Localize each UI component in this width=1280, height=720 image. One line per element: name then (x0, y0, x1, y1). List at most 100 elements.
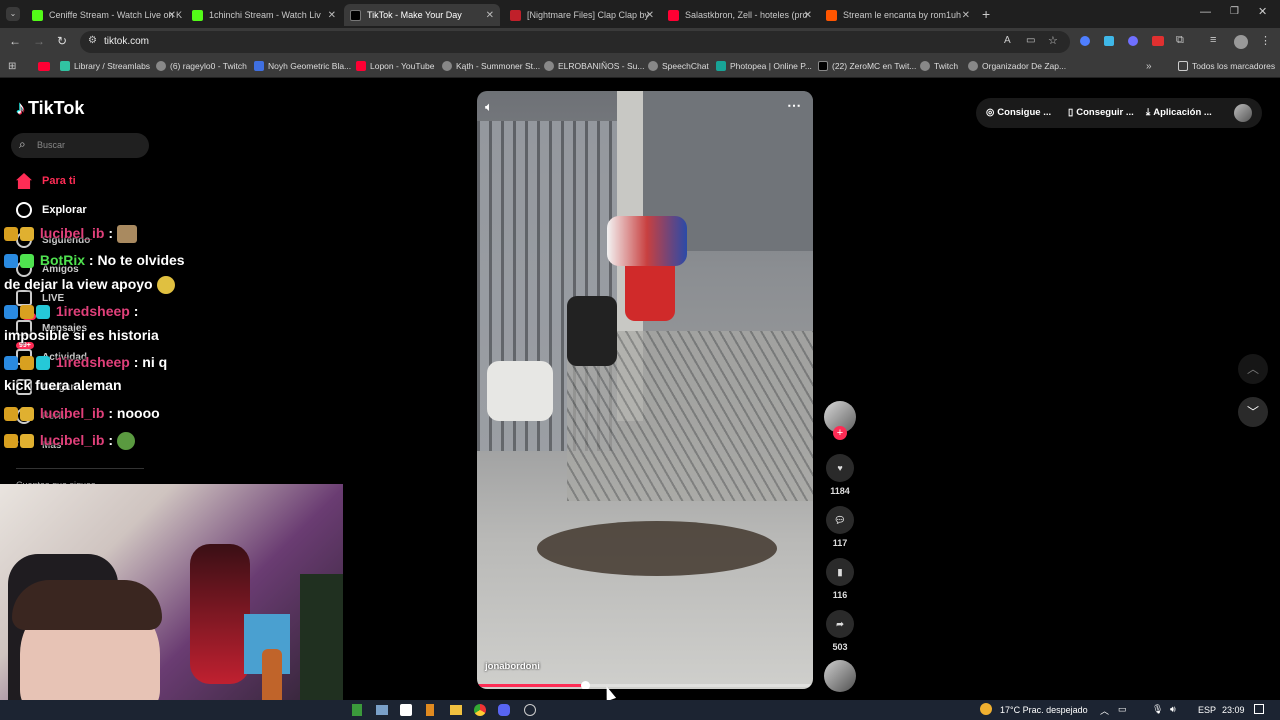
bookmark-zeromc[interactable]: (22) ZeroMC en Twit... (818, 61, 916, 71)
tiktok-logo[interactable]: ♪ TikTok (16, 98, 84, 119)
all-bookmarks-folder[interactable]: Todos los marcadores (1178, 61, 1275, 71)
video-player[interactable]: 🔈︎ ⋯ jonabordoni (477, 91, 813, 689)
user-avatar[interactable] (1234, 104, 1252, 122)
back-icon[interactable]: ← (9, 34, 21, 48)
chat-message: 1iredsheep : (4, 303, 138, 320)
tab-nightmare-files[interactable]: [Nightmare Files] Clap Clap by ✕ (504, 4, 660, 26)
follow-plus-icon[interactable]: + (833, 426, 847, 440)
tab-search-button[interactable]: ⌄ (6, 7, 20, 21)
volume-icon[interactable]: 🔈︎ (485, 99, 493, 115)
folder-icon (1178, 61, 1188, 71)
translate-icon[interactable]: A (1004, 35, 1011, 46)
weather-icon[interactable] (980, 703, 992, 715)
bookmark-rageylo0[interactable]: (6) rageylo0 - Twitch (156, 61, 247, 71)
progress-knob[interactable] (580, 681, 590, 689)
weather-text[interactable]: 17°C Prac. despejado (1000, 705, 1088, 715)
media-icon[interactable]: ≡ (1210, 34, 1216, 46)
url-field[interactable]: ⚙ tiktok.com A ▭ ☆ (80, 31, 1070, 53)
bookmark-star-icon[interactable]: ☆ (1048, 34, 1058, 47)
taskbar-app-icon[interactable] (376, 705, 388, 715)
chat-message-continuation: imposible si es historia (4, 327, 159, 343)
puzzle-icon[interactable]: ⧉ (1176, 34, 1184, 47)
share-button[interactable]: ➦ 503 (826, 610, 854, 652)
comment-button[interactable]: 💬︎ 117 (826, 506, 854, 548)
cast-icon[interactable]: ▭ (1026, 35, 1035, 46)
close-tab-icon[interactable]: ✕ (486, 10, 494, 21)
tab-tiktok[interactable]: TikTok - Make Your Day ✕ (344, 4, 500, 26)
restore-icon[interactable]: ❐ (1230, 6, 1239, 17)
kick-icon (192, 9, 203, 21)
close-window-icon[interactable]: ✕ (1258, 5, 1267, 18)
chat-message: lucibel_ib : noooo (4, 405, 160, 422)
extension-icon[interactable] (1104, 36, 1114, 46)
discord-icon[interactable] (498, 704, 510, 716)
like-button[interactable]: ♥ 1184 (826, 454, 854, 496)
close-tab-icon[interactable]: ✕ (804, 10, 812, 21)
more-options-icon[interactable]: ⋯ (787, 97, 801, 114)
chrome-icon[interactable] (474, 704, 486, 716)
get-coins-button[interactable]: ◎ Consigue ... (986, 107, 1051, 118)
close-tab-icon[interactable]: ✕ (646, 10, 654, 21)
tab-ceniffe[interactable]: Ceniffe Stream - Watch Live on K ✕ (26, 4, 182, 26)
tab-soundcloud[interactable]: Stream le encanta by rom1uh ✕ (820, 4, 976, 26)
desktop-app-button[interactable]: ⤓ Aplicación ... (1146, 107, 1212, 118)
youtube-icon[interactable] (38, 62, 50, 71)
video-author[interactable]: jonabordoni (485, 661, 540, 672)
bookmark-noyh[interactable]: Noyh Geometric Bla... (254, 61, 351, 71)
bookmark-organizador[interactable]: Organizador De Zap... (968, 61, 1066, 71)
previous-video-button[interactable]: ︿ (1238, 354, 1268, 384)
adblock-icon[interactable] (1152, 36, 1164, 46)
bookmark-photopea[interactable]: Photopea | Online P... (716, 61, 812, 71)
bookmark-elrobaninos[interactable]: ELROBANIÑOS - Su... (544, 61, 644, 71)
new-tab-button[interactable]: + (982, 6, 990, 22)
language-indicator[interactable]: ESP (1198, 705, 1216, 715)
save-button[interactable]: ▮ 116 (826, 558, 854, 600)
extension-icon[interactable] (1128, 36, 1138, 46)
tiktok-top-actions: ◎ Consigue ... ▯ Conseguir ... ⤓ Aplicación… (976, 98, 1262, 128)
tray-chevron-icon[interactable]: ︿ (1100, 704, 1109, 717)
forward-icon[interactable]: → (33, 34, 45, 48)
minimize-icon[interactable]: — (1200, 6, 1211, 18)
site-info-icon[interactable]: ⚙ (88, 35, 97, 46)
notification-icon[interactable] (1254, 704, 1264, 714)
speaker-icon[interactable]: 🔊︎ (1170, 704, 1176, 715)
bookmark-speechchat[interactable]: SpeechChat (648, 61, 709, 71)
progress-fill (477, 684, 585, 687)
bookmark-kath[interactable]: Kąth - Summoner St... (442, 61, 540, 71)
close-tab-icon[interactable]: ✕ (962, 10, 970, 21)
tab-hoteles[interactable]: Salastkbron, Zell - hoteles (pro ✕ (662, 4, 818, 26)
taskbar-app-icon[interactable] (352, 704, 362, 716)
next-video-button[interactable]: ﹀ (1238, 397, 1268, 427)
tab-1chinchi[interactable]: 1chinchi Stream - Watch Liv ✕ (186, 4, 342, 26)
mic-icon[interactable]: 🎙︎ (1152, 704, 1163, 715)
chat-message: lucibel_ib : (4, 225, 139, 244)
streamer-hair (12, 580, 162, 630)
taskbar-app-icon[interactable] (426, 704, 434, 716)
get-app-button[interactable]: ▯ Conseguir ... (1068, 107, 1134, 118)
reload-icon[interactable]: ↻ (57, 34, 67, 48)
sub-badge-icon (36, 356, 50, 371)
emote-icon (116, 225, 137, 244)
sound-avatar[interactable] (824, 660, 856, 692)
network-icon[interactable]: ▭ (1118, 704, 1127, 715)
bookmark-twitch[interactable]: Twitch (920, 61, 958, 71)
more-bookmarks-icon[interactable]: » (1146, 61, 1152, 72)
close-tab-icon[interactable]: ✕ (328, 10, 336, 21)
progress-track[interactable] (477, 681, 813, 689)
bookmark-lopon[interactable]: Lopon - YouTube (356, 61, 434, 71)
share-icon: ➦ (826, 610, 854, 638)
nav-para-ti[interactable]: Para ti (16, 173, 76, 189)
taskbar-app-icon[interactable] (400, 704, 412, 716)
menu-icon[interactable]: ⋮ (1260, 34, 1271, 47)
extension-icon[interactable] (1080, 36, 1090, 46)
nav-explorar[interactable]: Explorar (16, 202, 87, 218)
apps-grid-icon[interactable]: ⊞ (8, 61, 16, 72)
site-icon (254, 61, 264, 71)
search-input[interactable]: ⌕ Buscar (11, 133, 149, 158)
clock[interactable]: 23:09 (1222, 705, 1245, 715)
file-explorer-icon[interactable] (450, 705, 462, 715)
bookmark-streamlabs[interactable]: Library / Streamlabs (60, 61, 150, 71)
profile-avatar[interactable] (1234, 35, 1248, 49)
close-tab-icon[interactable]: ✕ (168, 10, 176, 21)
taskbar-app-icon[interactable] (524, 704, 536, 716)
